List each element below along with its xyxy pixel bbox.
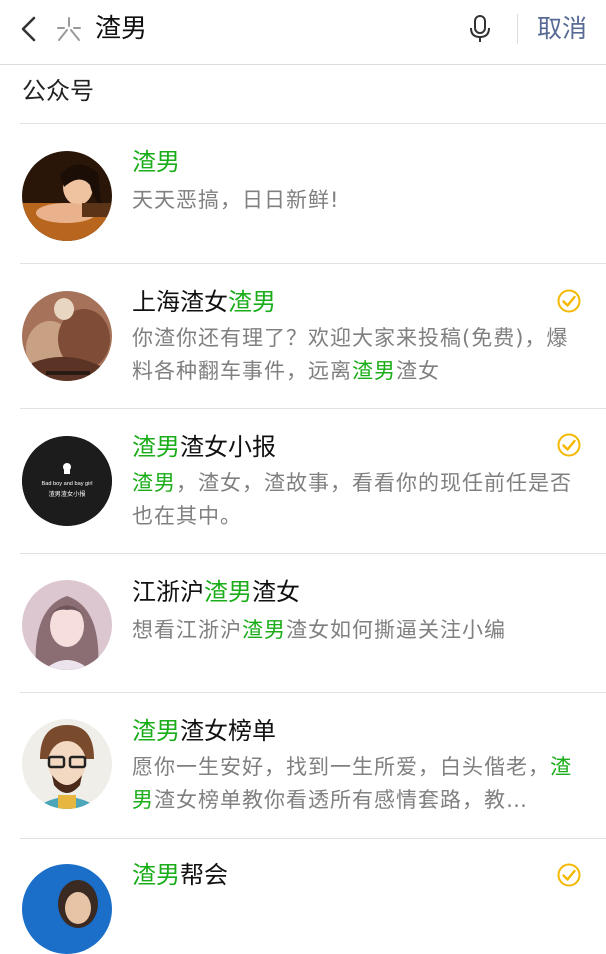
divider (517, 14, 518, 44)
verified-check-icon (557, 863, 581, 887)
list-item[interactable]: Bad boy and bay girl 渣男渣女小报 渣男渣女小报 渣男，渣女… (20, 409, 606, 554)
avatar-text-en: Bad boy and bay girl (42, 481, 93, 487)
avatar-text-cn: 渣男渣女小报 (48, 490, 85, 498)
keyword-highlight: 渣男 (352, 359, 396, 383)
avatar (22, 719, 112, 809)
keyword-highlight: 渣男 (242, 618, 286, 642)
microphone-icon[interactable] (466, 13, 494, 45)
keyword-highlight: 渣男 (228, 288, 276, 316)
back-icon[interactable] (14, 14, 44, 44)
text-segment: 你渣你还有理了？欢迎大家来投稿(免费)，爆料各种翻车事件，远离 (132, 326, 569, 383)
account-description: 渣男，渣女，渣故事，看看你的现任前任是否也在其中。 (132, 467, 577, 533)
keyword-highlight: 渣男 (132, 717, 180, 745)
list-item[interactable]: 渣男渣女榜单 愿你一生安好，找到一生所爱，白头偕老，渣男渣女榜单教你看透所有感情… (20, 693, 606, 839)
account-name: 上海渣女渣男 (132, 284, 276, 320)
account-description: 想看江浙沪渣男渣女如何撕逼关注小编 (132, 614, 577, 647)
avatar (22, 291, 112, 381)
account-name: 渣男 (132, 144, 180, 180)
avatar (22, 580, 112, 670)
text-segment: 江浙沪 (132, 578, 204, 606)
keyword-highlight: 渣男 (204, 578, 252, 606)
keyword-highlight: 渣男 (132, 148, 180, 176)
list-item[interactable]: 渣男帮会 (20, 839, 606, 954)
text-segment: 上海渣女 (132, 288, 228, 316)
list-item[interactable]: 江浙沪渣男渣女 想看江浙沪渣男渣女如何撕逼关注小编 (20, 554, 606, 693)
text-segment: 想看江浙沪 (132, 618, 242, 642)
section-title: 公众号 (22, 77, 94, 105)
results-list: 渣男 天天恶搞，日日新鲜! 上海渣女渣男 你渣你还有理了？欢迎大家来投稿(免费)… (0, 124, 606, 954)
avatar: Bad boy and bay girl 渣男渣女小报 (22, 436, 112, 526)
keyword-highlight: 渣男 (132, 433, 180, 461)
official-account-icon (57, 17, 81, 41)
text-segment: 帮会 (180, 861, 228, 889)
account-description: 愿你一生安好，找到一生所爱，白头偕老，渣男渣女榜单教你看透所有感情套路，教… (132, 751, 577, 817)
text-segment: 天天恶搞，日日新鲜! (132, 188, 340, 212)
search-bar: 渣男 取消 (0, 0, 606, 65)
keyword-highlight: 渣男 (132, 471, 176, 495)
account-name: 渣男渣女小报 (132, 429, 276, 465)
cancel-button[interactable]: 取消 (537, 10, 587, 48)
verified-check-icon (557, 433, 581, 457)
text-segment: 愿你一生安好，找到一生所爱，白头偕老， (132, 755, 550, 779)
list-item[interactable]: 上海渣女渣男 你渣你还有理了？欢迎大家来投稿(免费)，爆料各种翻车事件，远离渣男… (20, 264, 606, 409)
search-input[interactable]: 渣男 (95, 10, 147, 48)
text-segment: 渣女榜单 (180, 717, 276, 745)
avatar (22, 151, 112, 241)
account-name: 江浙沪渣男渣女 (132, 574, 300, 610)
verified-check-icon (557, 289, 581, 313)
account-name: 渣男渣女榜单 (132, 713, 276, 749)
text-segment: 渣女榜单教你看透所有感情套路，教… (154, 788, 528, 812)
account-description: 你渣你还有理了？欢迎大家来投稿(免费)，爆料各种翻车事件，远离渣男渣女 (132, 322, 577, 388)
text-segment: 渣女如何撕逼关注小编 (286, 618, 506, 642)
account-description: 天天恶搞，日日新鲜! (132, 184, 577, 217)
text-segment: 渣女小报 (180, 433, 276, 461)
text-segment: 渣女 (396, 359, 440, 383)
avatar (22, 864, 112, 954)
keyword-highlight: 渣男 (132, 861, 180, 889)
text-segment: ，渣女，渣故事，看看你的现任前任是否也在其中。 (132, 471, 572, 528)
text-segment: 渣女 (252, 578, 300, 606)
list-item[interactable]: 渣男 天天恶搞，日日新鲜! (20, 124, 606, 264)
